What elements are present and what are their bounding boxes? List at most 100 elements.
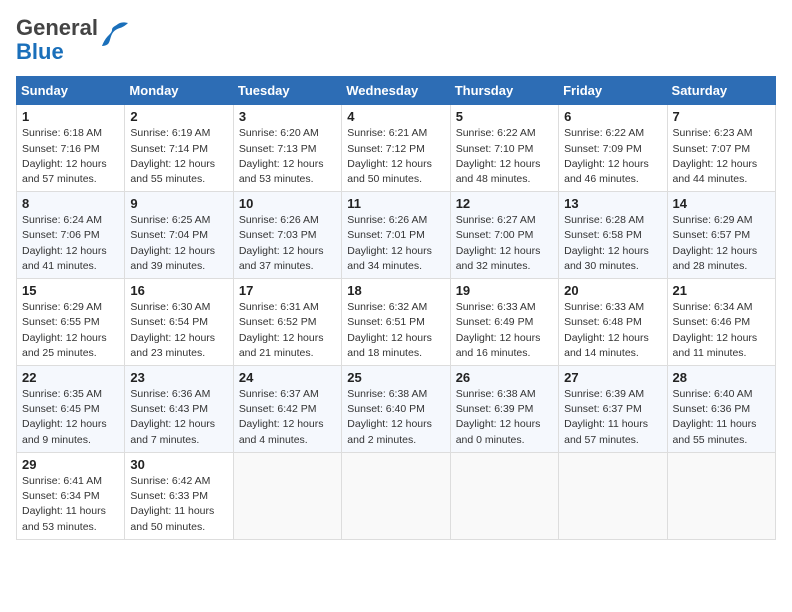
day-info: Sunrise: 6:20 AMSunset: 7:13 PMDaylight:… — [239, 126, 336, 187]
day-of-week-header: Thursday — [450, 77, 558, 105]
day-number: 28 — [673, 370, 770, 385]
calendar-cell: 29 Sunrise: 6:41 AMSunset: 6:34 PMDayligh… — [17, 452, 125, 539]
calendar-cell: 7Sunrise: 6:23 AMSunset: 7:07 PMDaylight… — [667, 105, 775, 192]
day-info: Sunrise: 6:32 AMSunset: 6:51 PMDaylight:… — [347, 300, 444, 361]
calendar-cell — [559, 452, 667, 539]
logo-blue: Blue — [16, 39, 64, 64]
calendar-cell: 27 Sunrise: 6:39 AMSunset: 6:37 PMDayligh… — [559, 366, 667, 453]
day-number: 4 — [347, 109, 444, 124]
day-info: Sunrise: 6:23 AMSunset: 7:07 PMDaylight:… — [673, 126, 770, 187]
day-number: 1 — [22, 109, 119, 124]
calendar-cell: 13Sunrise: 6:28 AMSunset: 6:58 PMDayligh… — [559, 192, 667, 279]
logo: General Blue — [16, 16, 130, 64]
day-number: 26 — [456, 370, 553, 385]
day-of-week-header: Tuesday — [233, 77, 341, 105]
calendar-cell: 4 Sunrise: 6:21 AMSunset: 7:12 PMDaylight… — [342, 105, 450, 192]
calendar-cell: 30 Sunrise: 6:42 AMSunset: 6:33 PMDayligh… — [125, 452, 233, 539]
day-info: Sunrise: 6:33 AMSunset: 6:49 PMDaylight:… — [456, 300, 553, 361]
calendar-cell: 3 Sunrise: 6:20 AMSunset: 7:13 PMDaylight… — [233, 105, 341, 192]
calendar-cell: 1 Sunrise: 6:18 AMSunset: 7:16 PMDaylight… — [17, 105, 125, 192]
day-number: 9 — [130, 196, 227, 211]
logo-text: General Blue — [16, 16, 98, 64]
calendar-cell: 8 Sunrise: 6:24 AMSunset: 7:06 PMDaylight… — [17, 192, 125, 279]
day-number: 27 — [564, 370, 661, 385]
page-header: General Blue — [16, 16, 776, 64]
day-number: 22 — [22, 370, 119, 385]
day-info: Sunrise: 6:26 AMSunset: 7:03 PMDaylight:… — [239, 213, 336, 274]
calendar-cell: 18 Sunrise: 6:32 AMSunset: 6:51 PMDayligh… — [342, 279, 450, 366]
calendar-cell — [667, 452, 775, 539]
day-of-week-header: Sunday — [17, 77, 125, 105]
day-of-week-header: Monday — [125, 77, 233, 105]
day-info: Sunrise: 6:21 AMSunset: 7:12 PMDaylight:… — [347, 126, 444, 187]
calendar-cell: 21 Sunrise: 6:34 AMSunset: 6:46 PMDayligh… — [667, 279, 775, 366]
calendar-cell: 17Sunrise: 6:31 AMSunset: 6:52 PMDayligh… — [233, 279, 341, 366]
day-number: 23 — [130, 370, 227, 385]
logo-bird-icon — [100, 20, 130, 53]
day-info: Sunrise: 6:42 AMSunset: 6:33 PMDaylight:… — [130, 474, 227, 535]
day-number: 8 — [22, 196, 119, 211]
day-info: Sunrise: 6:34 AMSunset: 6:46 PMDaylight:… — [673, 300, 770, 361]
calendar-cell: 15 Sunrise: 6:29 AMSunset: 6:55 PMDayligh… — [17, 279, 125, 366]
calendar-week-row: 8 Sunrise: 6:24 AMSunset: 7:06 PMDaylight… — [17, 192, 776, 279]
day-info: Sunrise: 6:38 AMSunset: 6:39 PMDaylight:… — [456, 387, 553, 448]
day-info: Sunrise: 6:19 AMSunset: 7:14 PMDaylight:… — [130, 126, 227, 187]
day-number: 16 — [130, 283, 227, 298]
day-number: 12 — [456, 196, 553, 211]
calendar-cell: 10 Sunrise: 6:26 AMSunset: 7:03 PMDayligh… — [233, 192, 341, 279]
calendar-week-row: 22Sunrise: 6:35 AMSunset: 6:45 PMDayligh… — [17, 366, 776, 453]
calendar-week-row: 15 Sunrise: 6:29 AMSunset: 6:55 PMDayligh… — [17, 279, 776, 366]
calendar-cell: 16 Sunrise: 6:30 AMSunset: 6:54 PMDayligh… — [125, 279, 233, 366]
calendar-cell: 28 Sunrise: 6:40 AMSunset: 6:36 PMDayligh… — [667, 366, 775, 453]
day-info: Sunrise: 6:33 AMSunset: 6:48 PMDaylight:… — [564, 300, 661, 361]
day-info: Sunrise: 6:39 AMSunset: 6:37 PMDaylight:… — [564, 387, 661, 448]
day-number: 3 — [239, 109, 336, 124]
day-number: 25 — [347, 370, 444, 385]
logo-general: General — [16, 15, 98, 40]
day-number: 21 — [673, 283, 770, 298]
day-info: Sunrise: 6:41 AMSunset: 6:34 PMDaylight:… — [22, 474, 119, 535]
day-info: Sunrise: 6:25 AMSunset: 7:04 PMDaylight:… — [130, 213, 227, 274]
day-number: 18 — [347, 283, 444, 298]
day-number: 30 — [130, 457, 227, 472]
calendar-week-row: 1 Sunrise: 6:18 AMSunset: 7:16 PMDaylight… — [17, 105, 776, 192]
day-info: Sunrise: 6:26 AMSunset: 7:01 PMDaylight:… — [347, 213, 444, 274]
day-number: 5 — [456, 109, 553, 124]
calendar-cell: 23 Sunrise: 6:36 AMSunset: 6:43 PMDayligh… — [125, 366, 233, 453]
calendar-cell: 19 Sunrise: 6:33 AMSunset: 6:49 PMDayligh… — [450, 279, 558, 366]
calendar-cell: 26 Sunrise: 6:38 AMSunset: 6:39 PMDayligh… — [450, 366, 558, 453]
day-number: 14 — [673, 196, 770, 211]
day-of-week-header: Saturday — [667, 77, 775, 105]
day-number: 17 — [239, 283, 336, 298]
day-info: Sunrise: 6:29 AMSunset: 6:57 PMDaylight:… — [673, 213, 770, 274]
day-info: Sunrise: 6:36 AMSunset: 6:43 PMDaylight:… — [130, 387, 227, 448]
calendar-cell: 22Sunrise: 6:35 AMSunset: 6:45 PMDayligh… — [17, 366, 125, 453]
day-info: Sunrise: 6:27 AMSunset: 7:00 PMDaylight:… — [456, 213, 553, 274]
calendar-week-row: 29 Sunrise: 6:41 AMSunset: 6:34 PMDayligh… — [17, 452, 776, 539]
day-number: 10 — [239, 196, 336, 211]
day-info: Sunrise: 6:40 AMSunset: 6:36 PMDaylight:… — [673, 387, 770, 448]
calendar-cell — [342, 452, 450, 539]
day-number: 2 — [130, 109, 227, 124]
day-number: 6 — [564, 109, 661, 124]
calendar-cell: 9 Sunrise: 6:25 AMSunset: 7:04 PMDaylight… — [125, 192, 233, 279]
calendar-cell — [450, 452, 558, 539]
day-number: 19 — [456, 283, 553, 298]
day-number: 29 — [22, 457, 119, 472]
calendar-table: SundayMondayTuesdayWednesdayThursdayFrid… — [16, 76, 776, 539]
day-number: 11 — [347, 196, 444, 211]
calendar-cell: 14 Sunrise: 6:29 AMSunset: 6:57 PMDayligh… — [667, 192, 775, 279]
calendar-cell — [233, 452, 341, 539]
day-number: 20 — [564, 283, 661, 298]
calendar-cell: 2 Sunrise: 6:19 AMSunset: 7:14 PMDaylight… — [125, 105, 233, 192]
day-info: Sunrise: 6:18 AMSunset: 7:16 PMDaylight:… — [22, 126, 119, 187]
day-of-week-header: Wednesday — [342, 77, 450, 105]
day-info: Sunrise: 6:24 AMSunset: 7:06 PMDaylight:… — [22, 213, 119, 274]
day-info: Sunrise: 6:29 AMSunset: 6:55 PMDaylight:… — [22, 300, 119, 361]
calendar-cell: 5Sunrise: 6:22 AMSunset: 7:10 PMDaylight… — [450, 105, 558, 192]
calendar-cell: 20 Sunrise: 6:33 AMSunset: 6:48 PMDayligh… — [559, 279, 667, 366]
day-number: 15 — [22, 283, 119, 298]
day-info: Sunrise: 6:30 AMSunset: 6:54 PMDaylight:… — [130, 300, 227, 361]
calendar-cell: 11 Sunrise: 6:26 AMSunset: 7:01 PMDayligh… — [342, 192, 450, 279]
day-info: Sunrise: 6:28 AMSunset: 6:58 PMDaylight:… — [564, 213, 661, 274]
